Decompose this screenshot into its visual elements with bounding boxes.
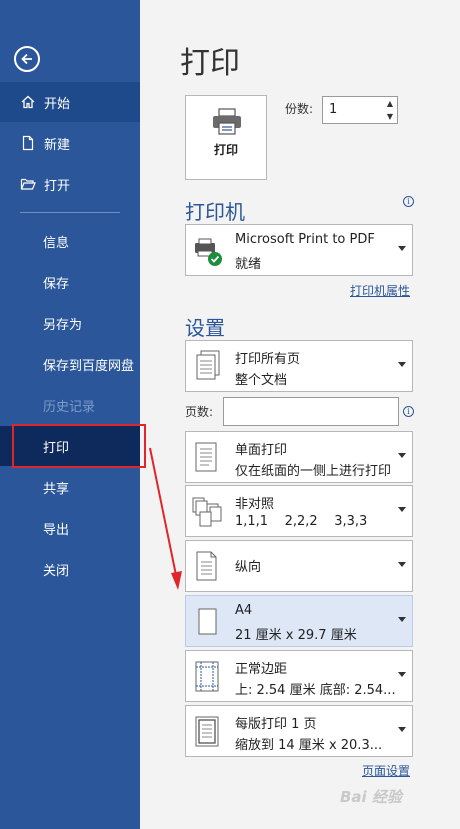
collate-dropdown[interactable]: 非对照 1,1,1 2,2,2 3,3,3: [185, 485, 413, 537]
print-button-label: 打印: [213, 143, 238, 157]
page-setup-link[interactable]: 页面设置: [362, 762, 410, 779]
dropdown-line2: 整个文档: [235, 373, 288, 388]
print-button[interactable]: 打印: [185, 95, 267, 180]
chevron-down-icon: [398, 727, 406, 732]
chevron-down-icon: [398, 507, 406, 512]
dropdown-line2: 缩放到 14 厘米 x 20.3...: [235, 738, 383, 753]
sidebar-item-share[interactable]: 共享: [0, 467, 140, 507]
dropdown-line1: 纵向: [235, 560, 262, 575]
new-document-icon: [20, 135, 36, 151]
sidebar-item-label: 另存为: [43, 317, 83, 333]
margins-icon: [191, 659, 225, 695]
margins-dropdown[interactable]: 正常边距 上: 2.54 厘米 底部: 2.54...: [185, 650, 413, 702]
copies-spinner[interactable]: 1 ▲ ▼: [322, 96, 398, 124]
backstage-sidebar: 开始 新建 打开 信息 保存 另存为 保存到百度网盘 历史记录 打印 共享 导出…: [0, 0, 140, 829]
sidebar-item-open[interactable]: 打开: [0, 164, 140, 204]
info-icon[interactable]: i: [403, 196, 414, 207]
folder-open-icon: [20, 176, 36, 192]
sidebar-item-new[interactable]: 新建: [0, 123, 140, 163]
chevron-down-icon: [398, 672, 406, 677]
chevron-down-icon: [398, 562, 406, 567]
printer-properties-link[interactable]: 打印机属性: [350, 282, 410, 299]
sides-dropdown[interactable]: 单面打印 仅在纸面的一侧上进行打印: [185, 431, 413, 483]
pages-icon: [191, 349, 225, 385]
dropdown-line1: 非对照: [235, 497, 275, 512]
dropdown-line2: 上: 2.54 厘米 底部: 2.54...: [235, 683, 396, 698]
chevron-down-icon: [398, 617, 406, 622]
printer-name: Microsoft Print to PDF: [235, 232, 375, 247]
printer-status: 就绪: [235, 257, 262, 272]
sidebar-item-history: 历史记录: [0, 385, 140, 425]
printer-dropdown[interactable]: Microsoft Print to PDF 就绪: [185, 224, 413, 276]
dropdown-line1: 正常边距: [235, 662, 288, 677]
sidebar-item-close[interactable]: 关闭: [0, 549, 140, 589]
sidebar-item-label: 开始: [44, 96, 71, 112]
pages-input[interactable]: [223, 397, 399, 426]
paper-size-icon: [191, 604, 225, 640]
sidebar-item-label: 共享: [43, 481, 70, 497]
sidebar-item-save-baidu[interactable]: 保存到百度网盘: [0, 344, 140, 384]
copies-label: 份数:: [285, 102, 314, 116]
sidebar-item-label: 历史记录: [43, 399, 96, 415]
print-pane: 打印 打印 份数: 1 ▲ ▼ 打印机 i Microsoft Print to…: [140, 0, 460, 829]
chevron-down-icon: [398, 246, 406, 251]
chevron-down-icon: [398, 362, 406, 367]
sidebar-item-label: 打开: [44, 178, 71, 194]
sidebar-item-info[interactable]: 信息: [0, 221, 140, 261]
copies-value: 1: [329, 102, 338, 117]
pages-per-sheet-icon: [191, 714, 225, 750]
pages-per-sheet-dropdown[interactable]: 每版打印 1 页 缩放到 14 厘米 x 20.3...: [185, 705, 413, 757]
print-highlight-box: [12, 424, 146, 468]
dropdown-line1: 单面打印: [235, 443, 288, 458]
sidebar-item-label: 保存: [43, 276, 70, 292]
sidebar-divider: [20, 212, 120, 213]
settings-section-title: 设置: [185, 316, 225, 340]
spin-down-icon[interactable]: ▼: [387, 112, 393, 121]
sidebar-item-label: 保存到百度网盘: [43, 358, 135, 374]
paper-size-dropdown[interactable]: A4 21 厘米 x 29.7 厘米: [185, 595, 413, 647]
baidu-watermark: Bai 经验: [340, 788, 402, 806]
portrait-icon: [191, 549, 225, 585]
sidebar-item-label: 导出: [43, 522, 70, 538]
sidebar-item-export[interactable]: 导出: [0, 508, 140, 548]
printer-ready-icon: [191, 233, 225, 269]
home-icon: [20, 94, 36, 110]
print-range-dropdown[interactable]: 打印所有页 整个文档: [185, 340, 413, 392]
printer-section-title: 打印机: [185, 200, 245, 224]
spin-up-icon[interactable]: ▲: [387, 99, 393, 108]
sidebar-item-save[interactable]: 保存: [0, 262, 140, 302]
dropdown-line2: 1,1,1 2,2,2 3,3,3: [235, 514, 368, 529]
single-sided-icon: [191, 440, 225, 476]
sidebar-item-save-as[interactable]: 另存为: [0, 303, 140, 343]
collate-icon: [191, 494, 225, 530]
page-title: 打印: [180, 46, 240, 81]
dropdown-line1: 打印所有页: [235, 352, 301, 367]
sidebar-item-label: 关闭: [43, 563, 70, 579]
sidebar-item-label: 新建: [44, 137, 71, 153]
sidebar-item-home[interactable]: 开始: [0, 82, 140, 122]
info-icon[interactable]: i: [403, 406, 414, 417]
dropdown-line2: 仅在纸面的一侧上进行打印: [235, 464, 392, 479]
back-arrow-icon[interactable]: [14, 46, 40, 72]
dropdown-line2: 21 厘米 x 29.7 厘米: [235, 628, 357, 643]
pages-label: 页数:: [185, 405, 214, 419]
printer-icon: [211, 108, 243, 140]
annotation-arrow-icon: [149, 447, 182, 590]
chevron-down-icon: [398, 453, 406, 458]
orientation-dropdown[interactable]: 纵向: [185, 540, 413, 592]
dropdown-line1: A4: [235, 603, 253, 618]
dropdown-line1: 每版打印 1 页: [235, 717, 317, 732]
sidebar-item-label: 信息: [43, 235, 70, 251]
